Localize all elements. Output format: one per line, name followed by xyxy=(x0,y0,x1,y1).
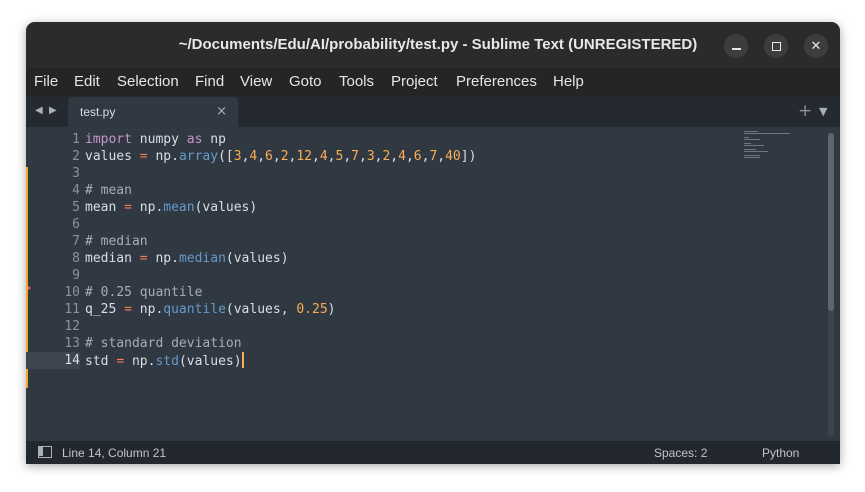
close-window-button[interactable]: ✕ xyxy=(804,34,828,58)
line-number: 4 xyxy=(72,183,80,198)
menu-view[interactable]: View xyxy=(240,73,272,90)
tab-test-py[interactable]: test.py × xyxy=(68,97,238,127)
new-tab-icon[interactable]: + xyxy=(798,101,812,121)
code-line-7[interactable]: # median xyxy=(85,233,148,250)
minimize-icon xyxy=(731,47,741,50)
line-number: 6 xyxy=(72,217,80,232)
line-number: 10 xyxy=(64,285,80,300)
close-icon: ✕ xyxy=(810,38,822,54)
menu-file[interactable]: File xyxy=(34,73,58,90)
line-number: 9 xyxy=(72,268,80,283)
menu-selection[interactable]: Selection xyxy=(117,73,179,90)
menu-tools[interactable]: Tools xyxy=(339,73,374,90)
menu-find[interactable]: Find xyxy=(195,73,224,90)
syntax-selector[interactable]: Python xyxy=(762,446,799,460)
line-number: 7 xyxy=(72,234,80,249)
code-editor[interactable]: 1 2 3 4 5 6 7 8 9 10 11 12 13 14 import … xyxy=(26,127,840,441)
code-line-5[interactable]: mean = np.mean(values) xyxy=(85,199,257,216)
code-line-11[interactable]: q_25 = np.quantile(values, 0.25) xyxy=(85,301,336,318)
minimize-button[interactable] xyxy=(724,34,748,58)
window-title: ~/Documents/Edu/AI/probability/test.py -… xyxy=(178,36,698,53)
line-number: 12 xyxy=(64,319,80,334)
title-bar: ~/Documents/Edu/AI/probability/test.py -… xyxy=(26,22,840,68)
line-number: 3 xyxy=(72,166,80,181)
cursor-position[interactable]: Line 14, Column 21 xyxy=(62,446,166,460)
code-line-1[interactable]: import numpy as np xyxy=(85,131,226,148)
sidebar-toggle-icon[interactable] xyxy=(38,446,52,458)
menu-goto[interactable]: Goto xyxy=(289,73,322,90)
modified-line-marker xyxy=(26,371,28,388)
line-number: 1 xyxy=(72,132,80,147)
code-line-4[interactable]: # mean xyxy=(85,182,132,199)
line-number-active: 14 xyxy=(26,352,80,369)
code-line-14[interactable]: std = np.std(values) xyxy=(85,352,244,370)
code-line-8[interactable]: median = np.median(values) xyxy=(85,250,289,267)
tab-nav-back-icon[interactable]: ◀ xyxy=(35,105,43,116)
line-number: 13 xyxy=(64,336,80,351)
scrollbar-thumb[interactable] xyxy=(828,133,834,311)
status-bar: Line 14, Column 21 Spaces: 2 Python xyxy=(26,441,840,464)
code-line-10[interactable]: # 0.25 quantile xyxy=(85,284,202,301)
tab-nav-forward-icon[interactable]: ▶ xyxy=(49,105,57,116)
menu-help[interactable]: Help xyxy=(553,73,584,90)
maximize-icon xyxy=(771,41,781,51)
sublime-window: ~/Documents/Edu/AI/probability/test.py -… xyxy=(26,22,840,464)
tab-menu-icon[interactable]: ▼ xyxy=(819,105,827,118)
line-number: 5 xyxy=(72,200,80,215)
code-line-2[interactable]: values = np.array([3,4,6,2,12,4,5,7,3,2,… xyxy=(85,148,476,165)
menu-bar: File Edit Selection Find View Goto Tools… xyxy=(26,68,840,96)
menu-project[interactable]: Project xyxy=(391,73,438,90)
menu-preferences[interactable]: Preferences xyxy=(456,73,537,90)
line-number: 11 xyxy=(64,302,80,317)
tab-label: test.py xyxy=(80,105,116,119)
minimap[interactable] xyxy=(744,131,804,171)
line-number: 8 xyxy=(72,251,80,266)
code-line-13[interactable]: # standard deviation xyxy=(85,335,242,352)
maximize-button[interactable] xyxy=(764,34,788,58)
indentation-setting[interactable]: Spaces: 2 xyxy=(654,446,707,460)
tab-close-icon[interactable]: × xyxy=(216,104,227,119)
text-caret xyxy=(241,352,244,368)
menu-edit[interactable]: Edit xyxy=(74,73,100,90)
tab-bar: ◀ ▶ test.py × + ▼ xyxy=(26,96,840,127)
line-number: 2 xyxy=(72,149,80,164)
